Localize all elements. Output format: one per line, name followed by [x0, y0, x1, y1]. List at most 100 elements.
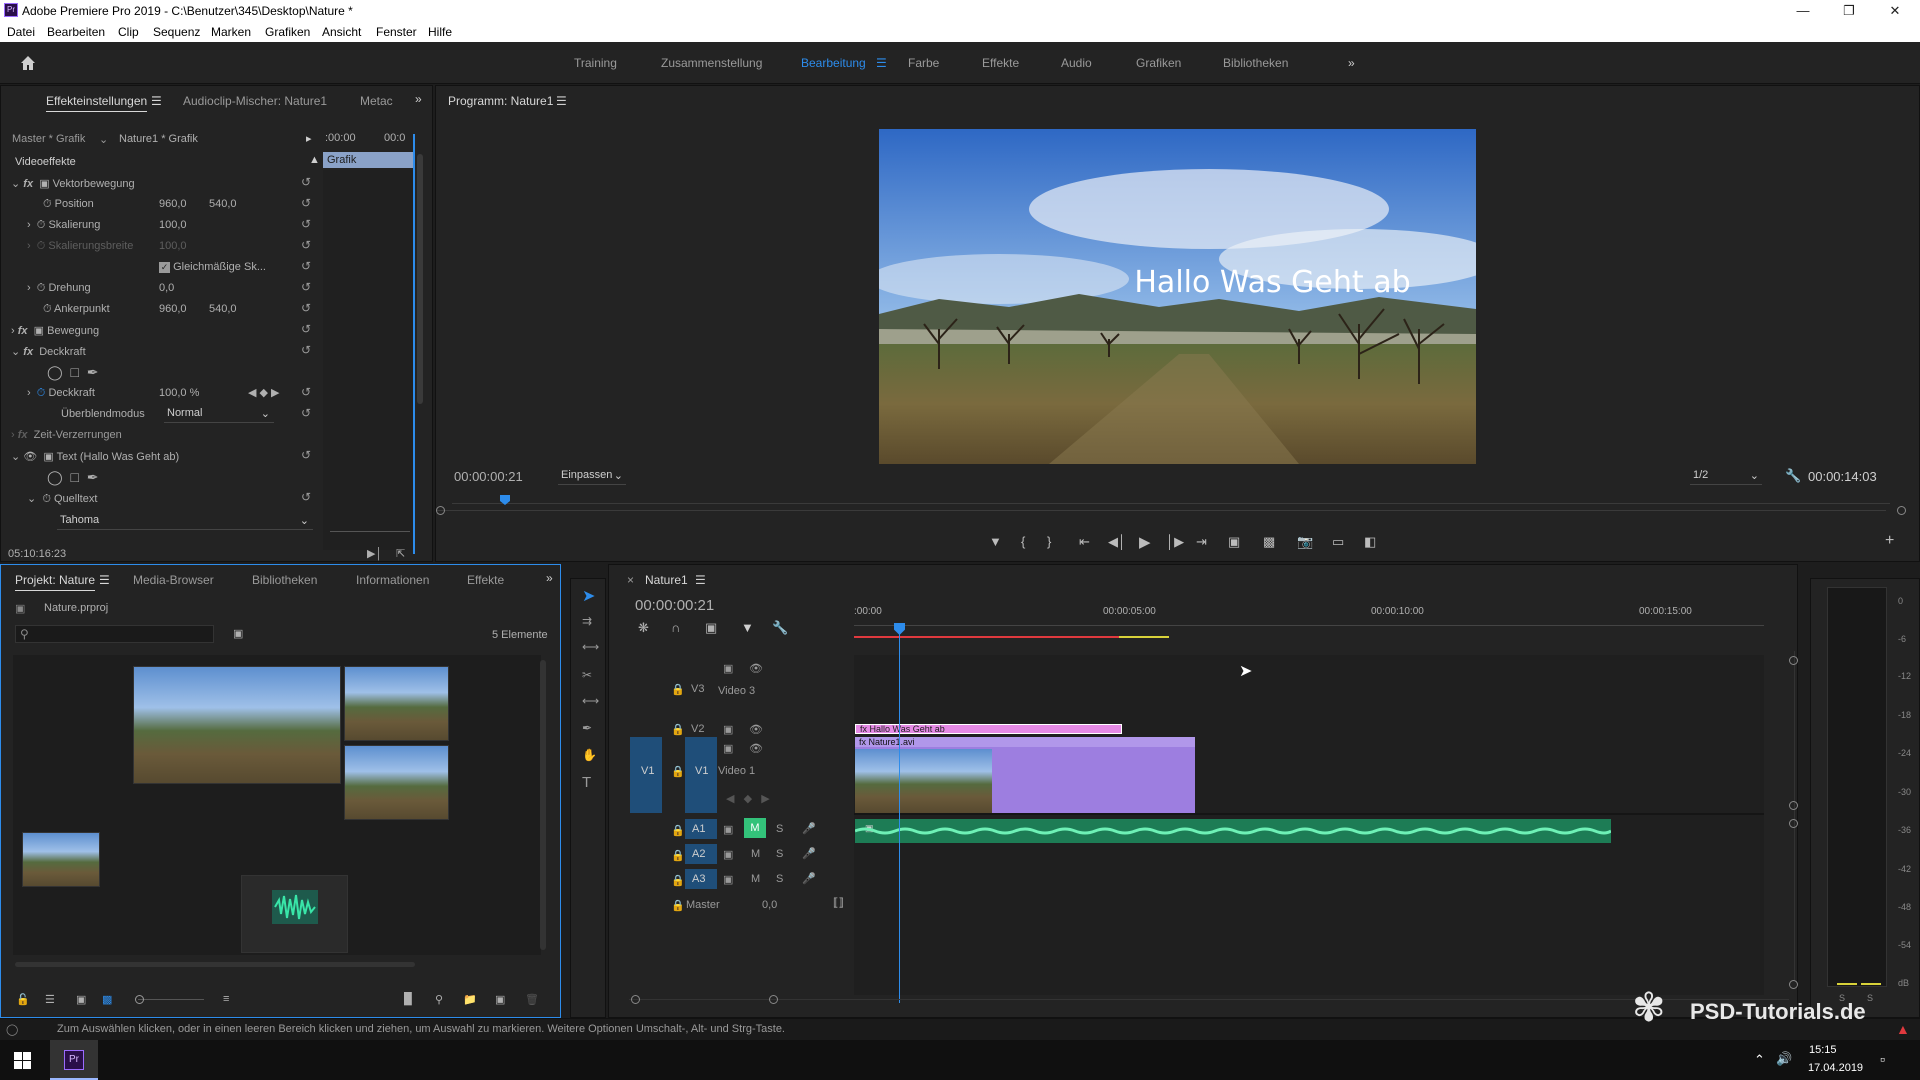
a1-solo-button[interactable]: S — [776, 823, 783, 835]
resolution-dropdown[interactable]: 1/2 ⌄ — [1690, 467, 1762, 485]
menu-fenster[interactable]: Fenster — [376, 25, 417, 39]
reset-icon-quelltext[interactable]: ↺ — [301, 490, 311, 504]
workspace-bearbeitung[interactable]: Bearbeitung — [801, 56, 866, 70]
reset-icon-gleichmaessig[interactable]: ↺ — [301, 259, 311, 273]
stopwatch-icon[interactable]: ⏱ — [43, 303, 52, 315]
program-video-frame[interactable]: Hallo Was Geht ab — [879, 129, 1476, 464]
audio-item-thumbnail[interactable] — [241, 875, 348, 953]
stopwatch-icon[interactable]: ⏱ — [37, 282, 46, 294]
v3-eye-icon[interactable]: 👁 — [749, 662, 763, 675]
automate-icon[interactable]: █ — [404, 993, 412, 1005]
v3-label[interactable]: V3 — [691, 683, 704, 695]
project-item-thumbnail[interactable] — [344, 745, 449, 820]
v2-sync-icon[interactable]: ▣ — [723, 723, 733, 736]
play-button[interactable]: ▶ — [1139, 533, 1151, 551]
deckkraft-group-row[interactable]: ⌄ fx Deckkraft — [11, 345, 86, 358]
a3-lock-icon[interactable]: 🔒 — [671, 874, 685, 887]
comparison-view-button[interactable]: ▭ — [1332, 534, 1344, 550]
tab-audioclip-mischer[interactable]: Audioclip-Mischer: Nature1 — [183, 94, 327, 108]
a2-voiceover-mic-icon[interactable]: 🎤 — [802, 847, 816, 860]
v3-sync-icon[interactable]: ▣ — [723, 662, 733, 675]
stopwatch-icon[interactable]: ⏱ — [43, 198, 52, 210]
a2-solo-button[interactable]: S — [776, 848, 783, 860]
timeline-menu-icon[interactable]: ☰ — [695, 573, 706, 587]
a1-mute-button[interactable]: M — [744, 818, 766, 838]
eye-icon[interactable]: 👁 — [23, 451, 37, 463]
workspace-grafiken[interactable]: Grafiken — [1136, 56, 1181, 70]
title-overlay-text[interactable]: Hallo Was Geht ab — [879, 265, 1476, 300]
lift-button[interactable]: ▣ — [1228, 534, 1240, 550]
master-lock-icon[interactable]: 🔒 — [671, 899, 685, 912]
pen-tool-icon[interactable]: ✒ — [582, 721, 592, 735]
tab-metadata[interactable]: Metac — [360, 94, 393, 108]
ec-zoom-slider[interactable] — [330, 531, 410, 532]
v-scroll-handle[interactable] — [1789, 656, 1798, 665]
project-item-thumbnail[interactable] — [22, 832, 100, 887]
menu-grafiken[interactable]: Grafiken — [265, 25, 310, 39]
find-icon[interactable]: ⚲ — [435, 993, 443, 1006]
mark-out-button[interactable]: } — [1047, 534, 1051, 549]
sequence-clip-label[interactable]: Nature1 * Grafik — [119, 133, 198, 145]
razor-tool-icon[interactable]: ✂ — [582, 668, 592, 682]
zoom-handle-left[interactable] — [436, 506, 445, 515]
tab-sequence-nature1[interactable]: Nature1 — [645, 573, 688, 587]
timeline-playhead[interactable] — [899, 623, 900, 1003]
checkbox-checked-icon[interactable]: ✓ — [159, 262, 170, 273]
export-frame-icon[interactable]: ▶│ — [367, 547, 382, 560]
reset-icon-skalierungsbreite[interactable]: ↺ — [301, 238, 311, 252]
a3-voiceover-mic-icon[interactable]: 🎤 — [802, 872, 816, 885]
new-bin-from-search-icon[interactable]: ▣ — [233, 627, 243, 640]
tab-effekteinstellungen[interactable]: Effekteinstellungen — [46, 94, 148, 112]
v2-lock-icon[interactable]: 🔒 — [671, 723, 685, 736]
v1-lock-icon[interactable]: 🔒 — [671, 765, 685, 778]
vektorbewegung-row[interactable]: ⌄ fx ▣ Vektorbewegung — [11, 177, 135, 190]
title-clip[interactable]: fx Hallo Was Geht ab — [855, 724, 1122, 734]
add-button-icon[interactable]: + — [1885, 532, 1894, 550]
a1-voiceover-mic-icon[interactable]: 🎤 — [802, 822, 816, 835]
position-y-value[interactable]: 540,0 — [209, 198, 237, 210]
wrench-icon[interactable]: 🔧 — [1785, 468, 1801, 484]
warning-icon[interactable]: ▲ — [1896, 1021, 1910, 1037]
v2-eye-icon[interactable]: 👁 — [749, 723, 763, 736]
project-overflow-icon[interactable]: » — [546, 571, 553, 585]
tab-media-browser[interactable]: Media-Browser — [133, 573, 214, 587]
multicam-button[interactable]: ◧ — [1364, 534, 1376, 550]
windows-start-icon[interactable] — [14, 1052, 31, 1069]
master-nav-icon[interactable]: ⟦⟧ — [833, 896, 844, 909]
new-item-icon[interactable]: ▣ — [495, 993, 505, 1006]
rectangle-mask-icon[interactable]: □ — [70, 364, 78, 380]
project-item-thumbnail[interactable] — [133, 666, 341, 784]
keyframe-nav-icons[interactable]: ◀ ◆ ▶ — [726, 792, 770, 805]
list-view-icon[interactable]: ☰ — [45, 993, 55, 1006]
extract-button[interactable]: ▩ — [1263, 534, 1275, 550]
workspace-more-icon[interactable]: » — [1348, 56, 1355, 70]
trash-icon[interactable]: 🗑 — [525, 993, 539, 1006]
reset-icon-blend[interactable]: ↺ — [301, 406, 311, 420]
a2-sync-icon[interactable]: ▣ — [723, 848, 733, 861]
close-sequence-icon[interactable]: × — [627, 573, 634, 587]
keyframe-nav-icons[interactable]: ◀ ◆ ▶ — [248, 386, 280, 399]
drehung-value[interactable]: 0,0 — [159, 282, 174, 294]
effect-tab-menu-icon[interactable]: ☰ — [151, 94, 162, 108]
a3-solo-button[interactable]: S — [776, 873, 783, 885]
video-clip[interactable]: fx Nature1.avi — [855, 737, 1195, 813]
tab-projekt[interactable]: Projekt: Nature — [15, 573, 96, 591]
zoom-handle-right[interactable] — [1897, 506, 1906, 515]
timeline-ruler[interactable]: :00:00 00:00:05:00 00:00:10:00 00:00:15:… — [854, 605, 1764, 635]
v1-sync-icon[interactable]: ▣ — [723, 742, 733, 755]
tray-chevron-icon[interactable]: ⌃ — [1754, 1052, 1765, 1068]
blend-mode-dropdown[interactable]: Normal ⌄ — [164, 405, 274, 423]
v-scroll-handle[interactable] — [1789, 801, 1798, 810]
h-scroll-handle[interactable] — [769, 995, 778, 1004]
a3-sync-icon[interactable]: ▣ — [723, 873, 733, 886]
workspace-zusammenstellung[interactable]: Zusammenstellung — [661, 56, 762, 70]
a1-lock-icon[interactable]: 🔒 — [671, 824, 685, 837]
bewegung-row[interactable]: › fx ▣ Bewegung — [11, 324, 99, 337]
mark-in-button[interactable]: { — [1021, 534, 1025, 549]
menu-clip[interactable]: Clip — [118, 25, 139, 39]
master-clip-label[interactable]: Master * Grafik — [12, 133, 85, 145]
marker-button[interactable]: ▼ — [989, 534, 1002, 549]
timeline-timecode[interactable]: 00:00:00:21 — [635, 597, 714, 614]
collapse-up-icon[interactable]: ▲ — [309, 154, 320, 166]
rectangle-mask-icon[interactable]: □ — [70, 469, 78, 485]
